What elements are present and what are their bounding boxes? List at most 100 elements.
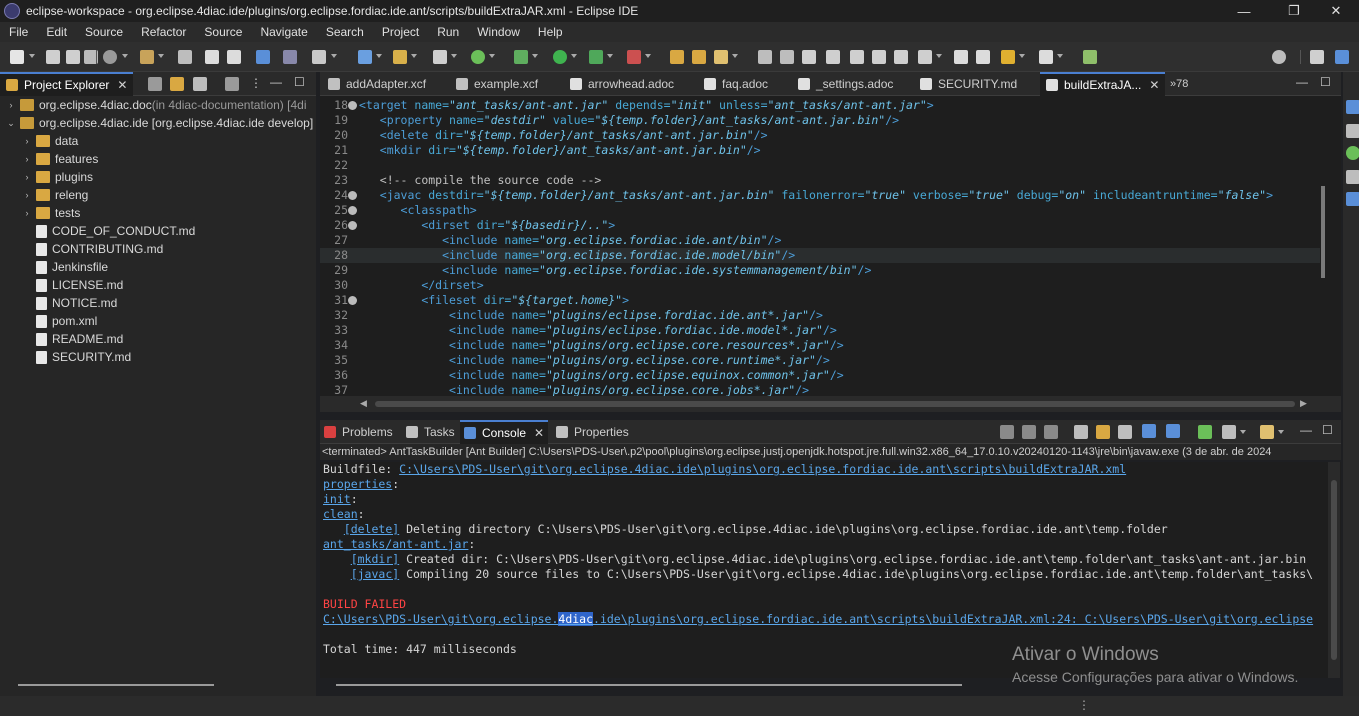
- remove-launch-icon[interactable]: [1022, 425, 1036, 439]
- connect-icon[interactable]: [1346, 146, 1359, 160]
- tree-item-plugins[interactable]: › plugins: [22, 168, 94, 186]
- coverage-icon[interactable]: [627, 50, 641, 64]
- code-line[interactable]: 19 <property name="destdir" value="${tem…: [320, 113, 1320, 128]
- code-line[interactable]: 20 <delete dir="${temp.folder}/ant_tasks…: [320, 128, 1320, 143]
- minimize-button[interactable]: —: [1221, 0, 1267, 22]
- close-icon[interactable]: ✕: [117, 78, 127, 92]
- code-line[interactable]: 36 <include name="plugins/org.eclipse.eq…: [320, 368, 1320, 383]
- sync-icon[interactable]: [758, 50, 772, 64]
- scroll-lock-icon[interactable]: [1096, 425, 1110, 439]
- init-link[interactable]: init: [323, 492, 351, 506]
- whitespace-icon[interactable]: [850, 50, 864, 64]
- maximize-button[interactable]: ❐: [1271, 0, 1317, 22]
- code-line[interactable]: 31 <fileset dir="${target.home}">: [320, 293, 1320, 308]
- new-class-icon[interactable]: [433, 50, 447, 64]
- scroll-right-icon[interactable]: ▶: [1300, 398, 1307, 409]
- new-dropdown-icon[interactable]: [29, 54, 35, 58]
- close-button[interactable]: ✕: [1313, 0, 1359, 22]
- open-type-icon[interactable]: [670, 50, 684, 64]
- tab-addadapter[interactable]: addAdapter.xcf: [328, 72, 426, 96]
- redo-icon[interactable]: [227, 50, 241, 64]
- close-icon[interactable]: ✕: [534, 426, 544, 440]
- undo-icon[interactable]: [205, 50, 219, 64]
- code-line[interactable]: 37 <include name="plugins/org.eclipse.co…: [320, 383, 1320, 396]
- tab-project-explorer[interactable]: Project Explorer ✕: [0, 72, 134, 96]
- pin-console-icon[interactable]: [1198, 425, 1212, 439]
- mkdir-task-link[interactable]: [mkdir]: [351, 552, 399, 566]
- show-on-output-icon[interactable]: [1142, 424, 1156, 438]
- tree-item-ide-project[interactable]: ⌄ org.eclipse.4diac.ide [org.eclipse.4di…: [6, 114, 313, 132]
- outline-icon[interactable]: [1346, 100, 1359, 114]
- show-source-icon[interactable]: [894, 50, 908, 64]
- close-icon[interactable]: ✕: [1149, 78, 1159, 92]
- pin-editor-icon[interactable]: [1083, 50, 1097, 64]
- run-last-icon[interactable]: [589, 50, 603, 64]
- link-editor-icon[interactable]: [170, 77, 184, 91]
- ant-target-link[interactable]: ant_tasks/ant-ant.jar: [323, 537, 468, 551]
- tab-faq[interactable]: faq.adoc: [704, 72, 768, 96]
- clean-link[interactable]: clean: [323, 507, 358, 521]
- scroll-left-icon[interactable]: ◀: [360, 398, 367, 409]
- terminal-icon[interactable]: [256, 50, 270, 64]
- external-tools-icon[interactable]: [312, 50, 326, 64]
- tree-item-license[interactable]: LICENSE.md: [36, 276, 123, 294]
- run-icon[interactable]: [553, 50, 567, 64]
- editor-vscrollbar[interactable]: [1321, 186, 1325, 278]
- pen-icon[interactable]: [714, 50, 728, 64]
- tree-item-code-of-conduct[interactable]: CODE_OF_CONDUCT.md: [36, 222, 195, 240]
- menu-window[interactable]: Window: [468, 25, 529, 39]
- debug-layout-icon[interactable]: [283, 50, 297, 64]
- code-line[interactable]: 25 <classpath>: [320, 203, 1320, 218]
- menu-project[interactable]: Project: [373, 25, 428, 39]
- menu-file[interactable]: File: [0, 25, 37, 39]
- minimize-console-icon[interactable]: —: [1300, 423, 1312, 437]
- refresh-icon[interactable]: [471, 50, 485, 64]
- code-line[interactable]: 33 <include name="plugins/eclipse.fordia…: [320, 323, 1320, 338]
- menu-navigate[interactable]: Navigate: [251, 25, 316, 39]
- pencil-icon[interactable]: [780, 50, 794, 64]
- tab-settings[interactable]: _settings.adoc: [798, 72, 893, 96]
- tab-problems[interactable]: Problems: [324, 420, 393, 444]
- menu-source-2[interactable]: Source: [195, 25, 251, 39]
- code-line[interactable]: 28 <include name="org.eclipse.fordiac.id…: [320, 248, 1320, 263]
- javadoc-icon[interactable]: [1346, 192, 1359, 206]
- clear-console-icon[interactable]: [1074, 425, 1088, 439]
- show-on-error-icon[interactable]: [1166, 424, 1180, 438]
- word-wrap-icon[interactable]: [872, 50, 886, 64]
- javac-task-link[interactable]: [javac]: [351, 567, 399, 581]
- minimize-editor-icon[interactable]: —: [1296, 75, 1308, 89]
- tab-example[interactable]: example.xcf: [456, 72, 538, 96]
- error-location-link[interactable]: C:\Users\PDS-User\git\org.eclipse.4diac.…: [323, 612, 1313, 626]
- tree-item-security[interactable]: SECURITY.md: [36, 348, 131, 366]
- properties-link[interactable]: properties: [323, 477, 392, 491]
- code-line[interactable]: 35 <include name="plugins/org.eclipse.co…: [320, 353, 1320, 368]
- code-line[interactable]: 26 <dirset dir="${basedir}/..">: [320, 218, 1320, 233]
- console-hscrollbar[interactable]: [336, 684, 962, 686]
- code-line[interactable]: 21 <mkdir dir="${temp.folder}/ant_tasks/…: [320, 143, 1320, 158]
- tree-item-contributing[interactable]: CONTRIBUTING.md: [36, 240, 163, 258]
- code-line[interactable]: 18 <target name="ant_tasks/ant-ant.jar" d…: [320, 98, 1320, 113]
- code-line[interactable]: 32 <include name="plugins/eclipse.fordia…: [320, 308, 1320, 323]
- menu-help[interactable]: Help: [529, 25, 572, 39]
- maximize-view-icon[interactable]: ☐: [294, 75, 305, 89]
- menu-source[interactable]: Source: [76, 25, 132, 39]
- tree-item-notice[interactable]: NOTICE.md: [36, 294, 117, 312]
- tree-item-data[interactable]: › data: [22, 132, 79, 150]
- tree-item-releng[interactable]: › releng: [22, 186, 89, 204]
- tree-item-doc-project[interactable]: › org.eclipse.4diac.doc (in 4diac-docume…: [6, 96, 307, 114]
- save-all-icon[interactable]: [66, 50, 80, 64]
- next-annotation-icon[interactable]: [918, 50, 932, 64]
- menu-run[interactable]: Run: [428, 25, 468, 39]
- open-folder-icon[interactable]: [692, 50, 706, 64]
- tab-properties[interactable]: Properties: [556, 420, 629, 444]
- view-menu-icon[interactable]: [225, 77, 239, 91]
- tree-item-tests[interactable]: › tests: [22, 204, 81, 222]
- menu-refactor[interactable]: Refactor: [132, 25, 195, 39]
- tab-security[interactable]: SECURITY.md: [920, 72, 1017, 96]
- tab-console[interactable]: Console ✕: [460, 420, 549, 444]
- tabs-overflow[interactable]: »78: [1170, 72, 1188, 96]
- prev-edit-icon[interactable]: [954, 50, 968, 64]
- java-perspective-icon[interactable]: [1335, 50, 1349, 64]
- fold-toggle-icon[interactable]: [348, 191, 357, 200]
- fold-toggle-icon[interactable]: [348, 296, 357, 305]
